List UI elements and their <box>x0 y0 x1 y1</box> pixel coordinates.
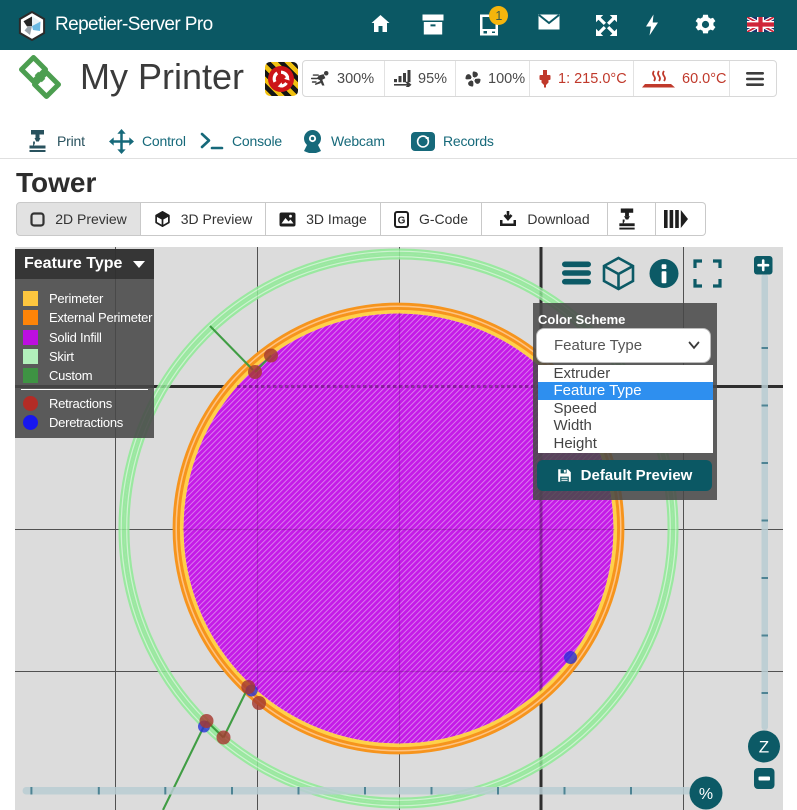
svg-text:G: G <box>398 215 406 226</box>
svg-text:Z: Z <box>759 738 769 757</box>
svg-text:%: % <box>699 786 713 803</box>
svg-text:1: 1 <box>495 9 502 23</box>
